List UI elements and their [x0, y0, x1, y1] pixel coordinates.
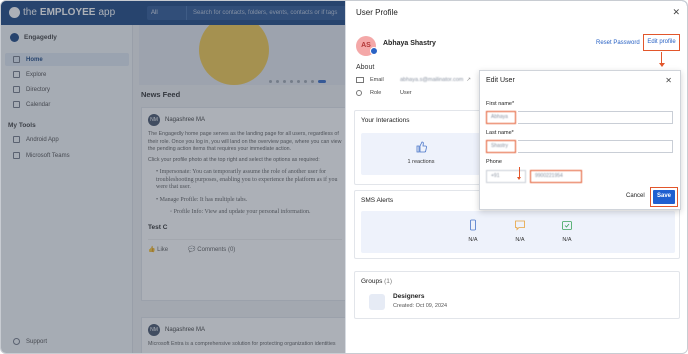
- interactions-title: Your Interactions: [361, 117, 410, 124]
- email-label: Email: [370, 77, 384, 83]
- role-row: Role User: [356, 90, 412, 96]
- close-icon[interactable]: ✕: [672, 7, 680, 18]
- groups-count: (1): [384, 278, 393, 285]
- groups-title: Groups: [361, 278, 383, 285]
- sms-value: N/A: [468, 237, 478, 243]
- sms-alerts-tiles: N/A N/A N/A: [361, 211, 675, 253]
- modal-overlay[interactable]: [1, 1, 349, 353]
- mobile-icon: [470, 219, 476, 231]
- first-name-label: First name*: [486, 101, 515, 107]
- group-name[interactable]: Designers: [393, 293, 424, 300]
- avatar-edit-badge-icon[interactable]: [370, 47, 378, 55]
- groups-card: Groups (1) Designers Created: Oct 09, 20…: [354, 271, 680, 319]
- calendar-check-icon: [562, 221, 572, 230]
- phone-field[interactable]: 9900221954: [530, 170, 582, 183]
- group-created-date: Created: Oct 09, 2024: [393, 303, 448, 309]
- sms-value: N/A: [515, 237, 525, 243]
- phone-label: Phone: [486, 159, 502, 165]
- sms-stat: N/A: [547, 219, 587, 243]
- edit-user-dialog: Edit User ✕ First name* Abhaya Last name…: [479, 70, 681, 210]
- external-link-icon[interactable]: ↗: [466, 77, 471, 83]
- dialog-title: Edit User: [486, 77, 515, 84]
- email-row: Email abhaya.s@mailinator.com ↗: [356, 77, 471, 83]
- close-icon[interactable]: ✕: [665, 76, 672, 85]
- panel-title: User Profile: [356, 8, 398, 17]
- email-icon: [356, 77, 364, 83]
- sms-stat: N/A: [453, 219, 493, 243]
- email-value[interactable]: abhaya.s@mailinator.com: [400, 77, 463, 83]
- sms-alerts-title: SMS Alerts: [361, 197, 394, 204]
- about-heading: About: [356, 64, 375, 71]
- groups-heading: Groups (1): [361, 278, 392, 285]
- cancel-button[interactable]: Cancel: [626, 193, 645, 199]
- first-name-field[interactable]: Abhaya: [486, 111, 516, 124]
- reactions-count: 1 reactions: [407, 159, 435, 165]
- last-name-field-extension[interactable]: [518, 140, 673, 153]
- reactions-stat: 1 reactions: [401, 141, 441, 165]
- group-icon: [369, 294, 385, 310]
- last-name-field[interactable]: Shastry: [486, 140, 516, 153]
- sms-value: N/A: [562, 237, 572, 243]
- annotation-arrow-icon: [517, 167, 521, 180]
- app-window: the EMPLOYEE app All Search for contacts, …: [0, 0, 688, 354]
- save-button-highlight: Save: [650, 187, 678, 207]
- role-label: Role: [370, 90, 382, 96]
- reactions-tile[interactable]: 1 reactions: [361, 133, 481, 175]
- profile-name: Abhaya Shastry: [383, 40, 436, 47]
- save-button[interactable]: Save: [653, 190, 675, 204]
- annotation-arrow-icon: [658, 52, 665, 67]
- edit-profile-button[interactable]: Edit profile: [643, 34, 680, 51]
- sms-stat: N/A: [500, 219, 540, 243]
- first-name-field-extension[interactable]: [518, 111, 673, 124]
- last-name-label: Last name*: [486, 130, 514, 136]
- thumbs-up-icon: [416, 141, 427, 153]
- reset-password-link[interactable]: Reset Password: [596, 40, 640, 46]
- role-value: User: [400, 90, 412, 96]
- role-icon: [356, 90, 362, 96]
- message-icon: [515, 220, 525, 231]
